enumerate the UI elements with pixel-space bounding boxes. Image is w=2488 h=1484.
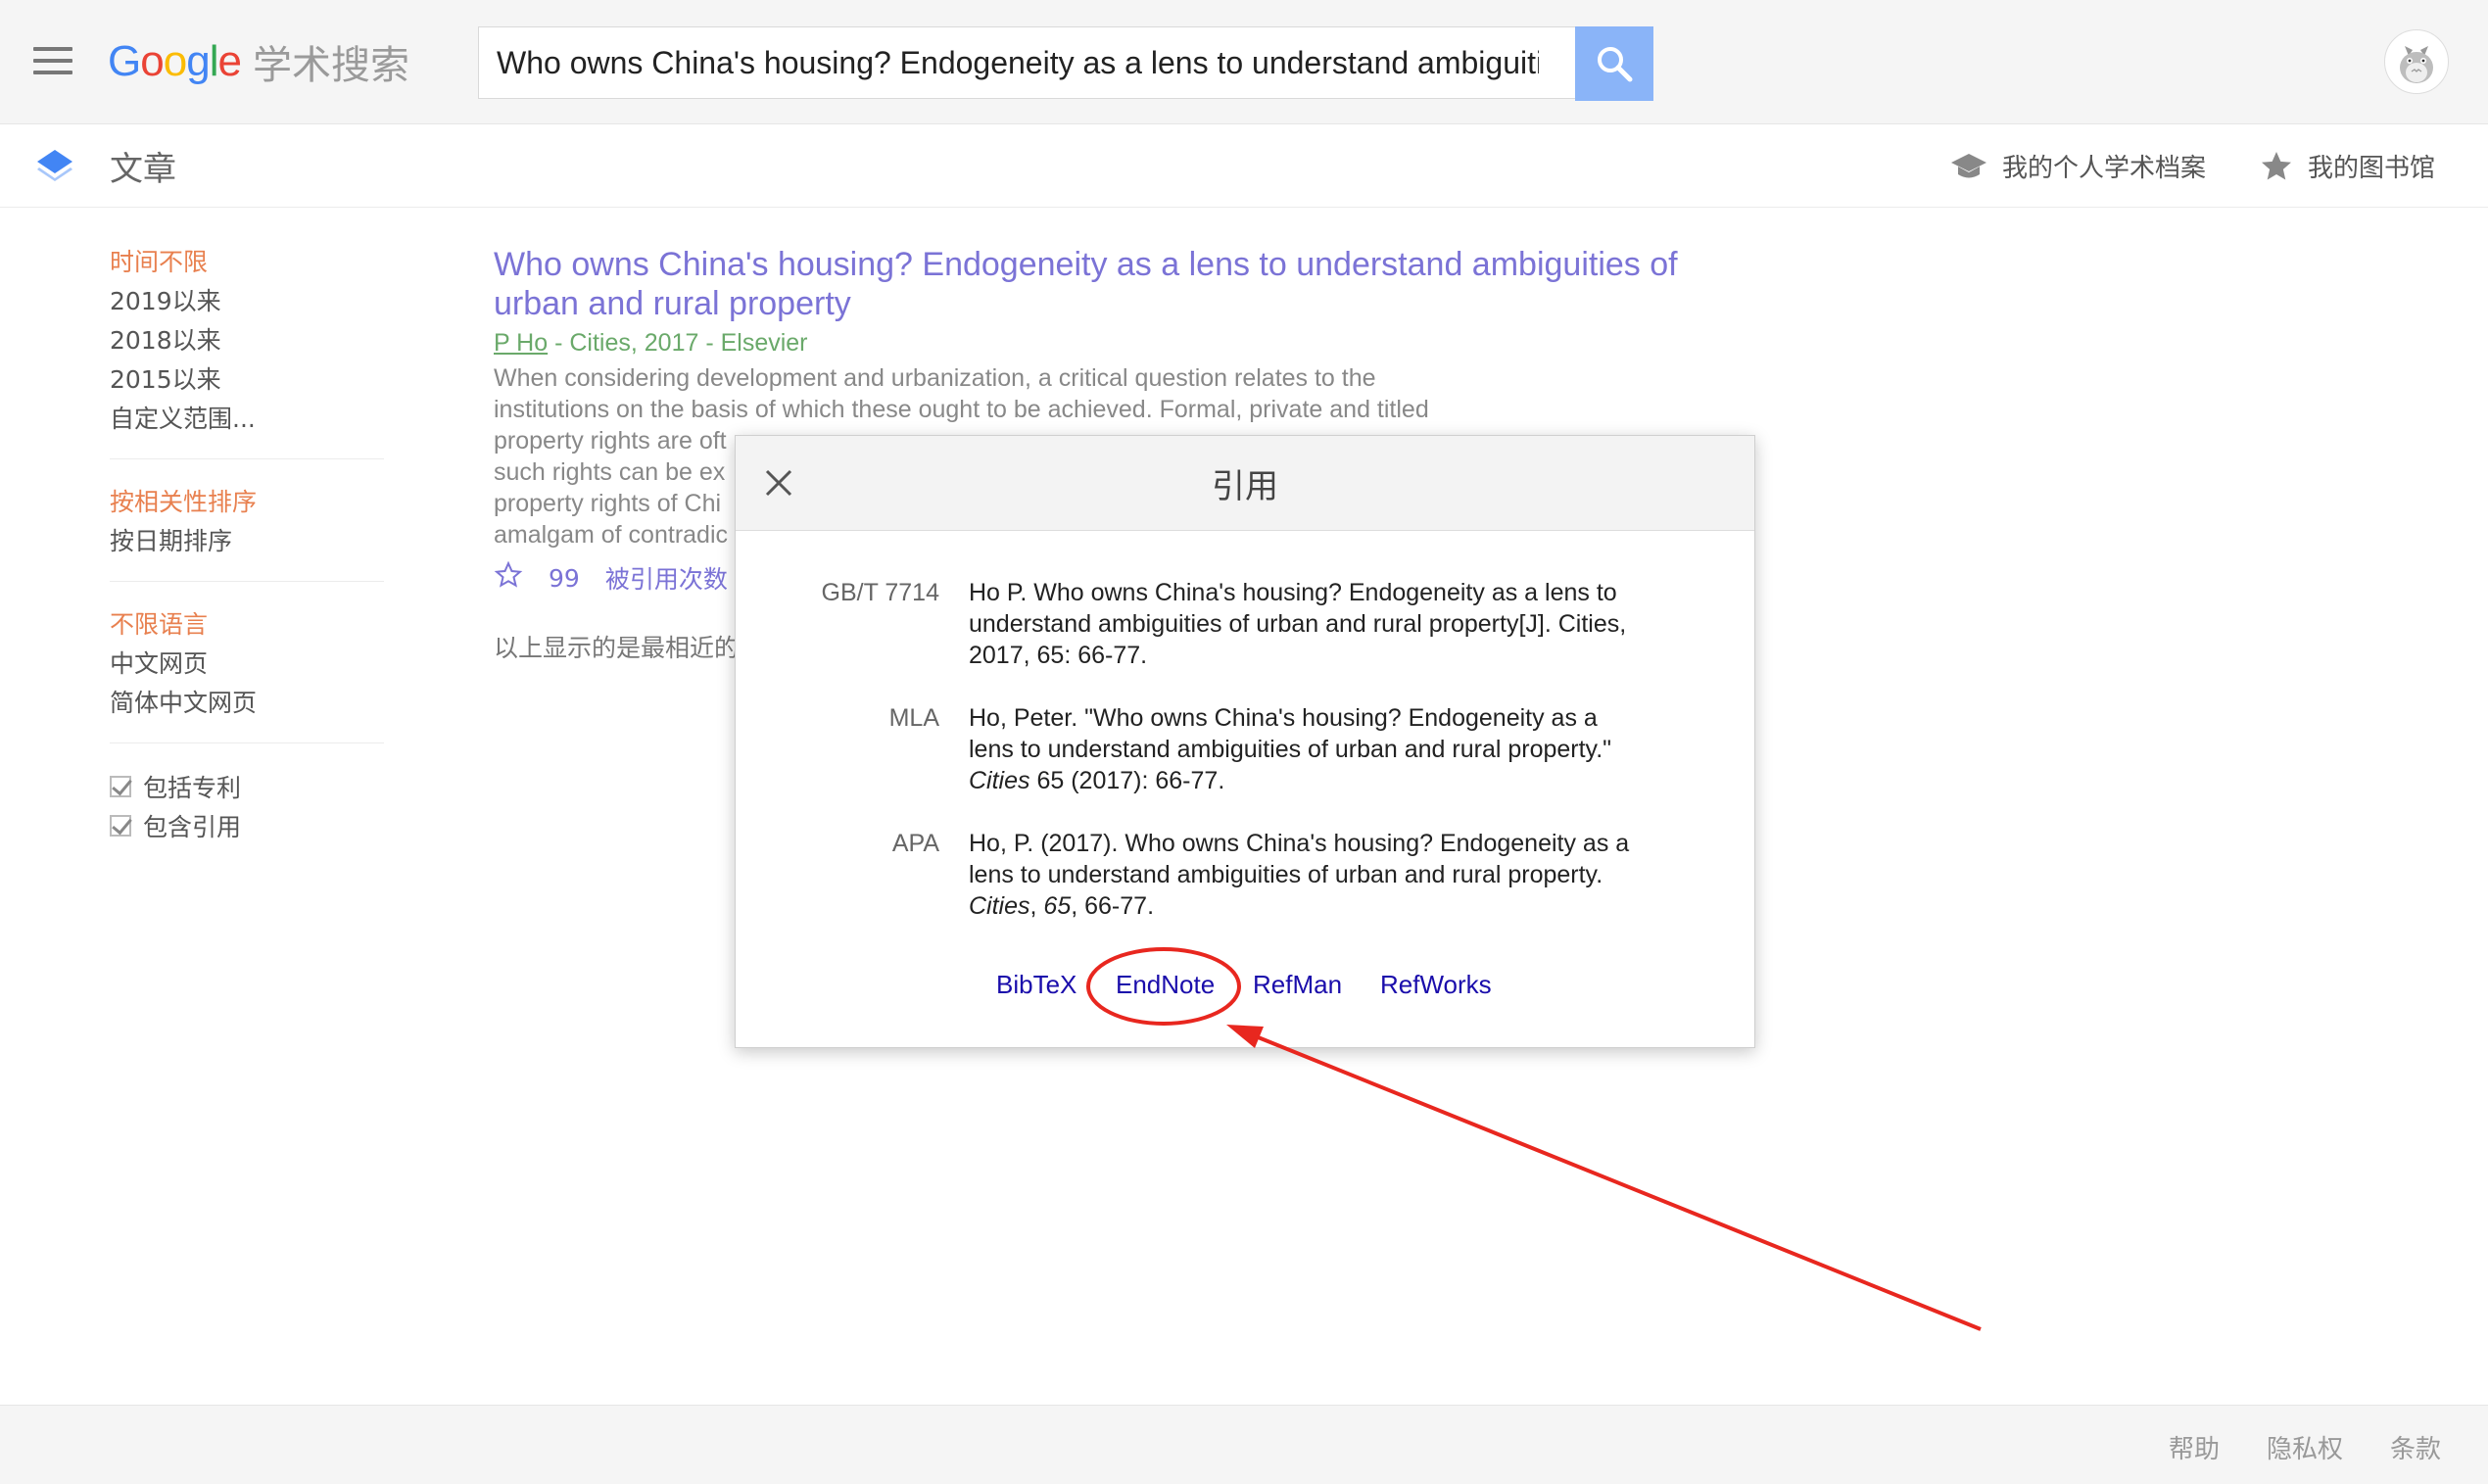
logo-subtitle: 学术搜索	[252, 43, 409, 88]
time-filter-group: 时间不限 2019以来 2018以来 2015以来 自定义范围...	[110, 243, 384, 459]
cited-by-link[interactable]: 被引用次数	[605, 560, 728, 596]
include-citations-checkbox[interactable]: 包含引用	[110, 806, 384, 845]
snippet-line: When considering development and urbaniz…	[494, 364, 1376, 392]
lang-simplified-chinese[interactable]: 简体中文网页	[110, 684, 384, 723]
showing-note: 以上显示的是最相近的	[494, 634, 740, 662]
graduation-cap-icon	[1951, 153, 1986, 177]
checkbox-checked-icon	[110, 776, 131, 797]
export-links: BibTeX EndNote RefMan RefWorks	[736, 965, 1754, 1004]
logo-wordmark: Google	[108, 37, 242, 85]
include-citations-label: 包含引用	[143, 813, 242, 841]
my-profile-label: 我的个人学术档案	[2002, 154, 2207, 183]
annotation-arrow-shaft	[1245, 1030, 1982, 1331]
search-button[interactable]	[1575, 26, 1653, 101]
lang-any[interactable]: 不限语言	[110, 605, 384, 645]
filter-since-2015[interactable]: 2015以来	[110, 360, 384, 400]
footer-privacy-link[interactable]: 隐私权	[2267, 1429, 2343, 1465]
include-patents-label: 包括专利	[143, 774, 242, 802]
sort-by-relevance[interactable]: 按相关性排序	[110, 483, 384, 522]
citation-text[interactable]: Ho, Peter. "Who owns China's housing? En…	[969, 702, 1654, 796]
export-bibtex-link[interactable]: BibTeX	[996, 965, 1077, 1004]
hamburger-menu-icon[interactable]	[33, 47, 72, 74]
search-box	[478, 26, 1575, 99]
lang-chinese-pages[interactable]: 中文网页	[110, 645, 384, 684]
language-group: 不限语言 中文网页 简体中文网页	[110, 605, 384, 743]
star-icon	[2262, 151, 2291, 179]
my-library-label: 我的图书馆	[2308, 154, 2436, 183]
checkbox-group: 包括专利 包含引用	[110, 767, 384, 865]
footer-help-link[interactable]: 帮助	[2169, 1429, 2220, 1465]
cite-quote-icon[interactable]: 99	[549, 564, 580, 593]
my-profile-link[interactable]: 我的个人学术档案	[1949, 148, 2206, 184]
citation-style-label: GB/T 7714	[821, 579, 939, 606]
result-title-link[interactable]: Who owns China's housing? Endogeneity as…	[494, 245, 1767, 323]
filter-since-2018[interactable]: 2018以来	[110, 321, 384, 360]
export-refworks-link[interactable]: RefWorks	[1380, 965, 1492, 1004]
magnifier-icon	[1598, 47, 1633, 82]
filter-sidebar: 时间不限 2019以来 2018以来 2015以来 自定义范围... 按相关性排…	[110, 243, 384, 888]
citation-style-label: MLA	[888, 704, 939, 732]
include-patents-checkbox[interactable]: 包括专利	[110, 767, 384, 806]
cite-dialog: 引用 GB/T 7714 Ho P. Who owns China's hous…	[735, 435, 1755, 1048]
save-star-icon[interactable]	[494, 560, 523, 596]
google-scholar-logo[interactable]: Google 学术搜索	[108, 27, 409, 96]
search-input[interactable]	[479, 27, 1556, 98]
account-avatar[interactable]	[2384, 29, 2449, 94]
cite-dialog-header: 引用	[736, 436, 1754, 531]
my-library-link[interactable]: 我的图书馆	[2259, 148, 2435, 184]
result-meta: P Ho - Cities, 2017 - Elsevier	[494, 327, 1767, 359]
filter-custom-range[interactable]: 自定义范围...	[110, 400, 384, 439]
snippet-line: institutions on the basis of which these…	[494, 396, 1429, 423]
articles-stack-icon	[37, 150, 72, 181]
filter-any-time[interactable]: 时间不限	[110, 243, 384, 282]
export-endnote-link[interactable]: EndNote	[1116, 965, 1215, 1004]
citation-text[interactable]: Ho, P. (2017). Who owns China's housing?…	[969, 828, 1654, 922]
footer: 帮助 隐私权 条款	[0, 1405, 2488, 1484]
footer-terms-link[interactable]: 条款	[2390, 1429, 2441, 1465]
checkbox-checked-icon	[110, 815, 131, 837]
citation-style-label: APA	[891, 830, 939, 857]
export-refman-link[interactable]: RefMan	[1253, 965, 1342, 1004]
sub-header: 文章 我的个人学术档案 我的图书馆	[0, 124, 2488, 208]
sort-by-date[interactable]: 按日期排序	[110, 522, 384, 561]
section-title: 文章	[110, 150, 176, 189]
author-link[interactable]: P Ho	[494, 329, 548, 357]
cite-dialog-title: 引用	[1212, 467, 1278, 506]
citation-text[interactable]: Ho P. Who owns China's housing? Endogene…	[969, 577, 1654, 671]
result-source: - Cities, 2017 - Elsevier	[548, 329, 808, 357]
sort-group: 按相关性排序 按日期排序	[110, 483, 384, 582]
top-bar: Google 学术搜索	[0, 0, 2488, 124]
totoro-avatar-icon	[2400, 46, 2433, 83]
filter-since-2019[interactable]: 2019以来	[110, 282, 384, 321]
